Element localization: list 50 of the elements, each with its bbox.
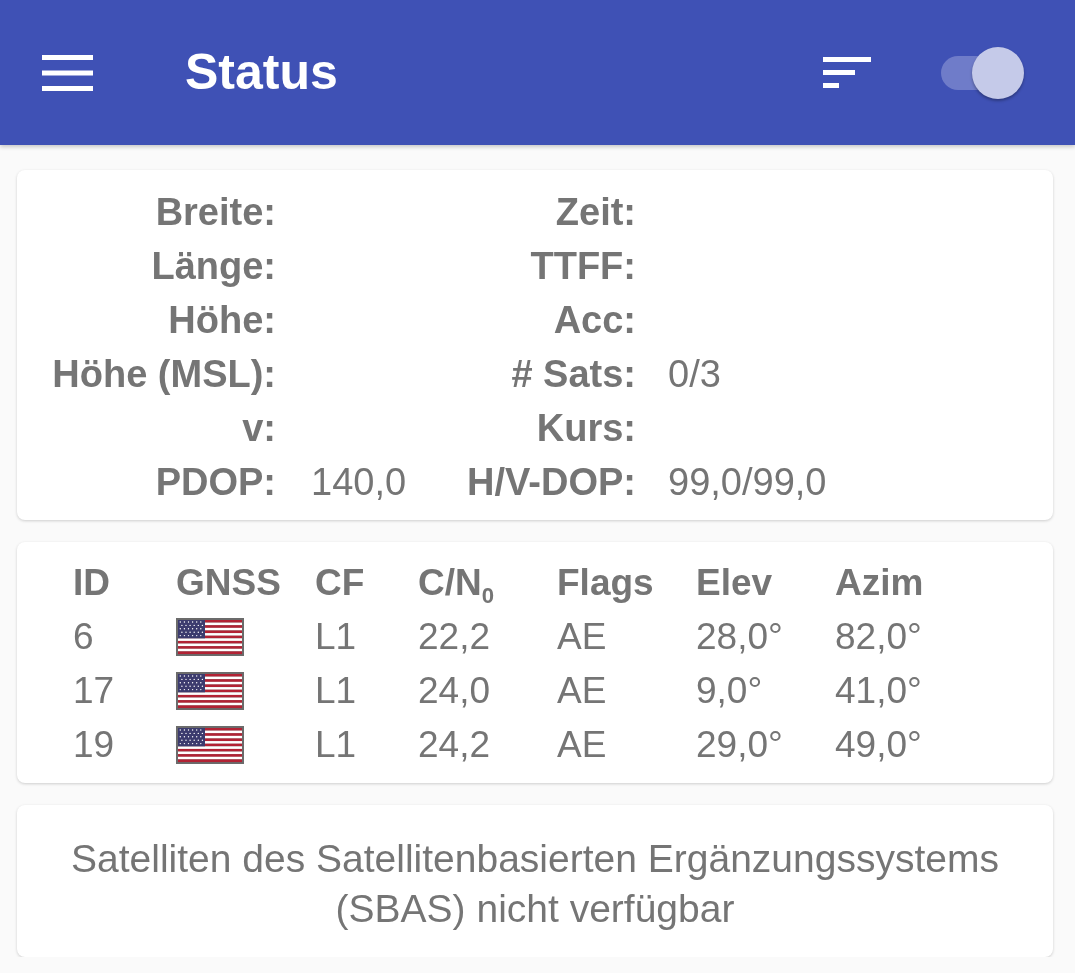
table-cell-text: 19 [73,723,115,767]
field-label: v: [242,406,276,451]
field-label: H/V-DOP: [467,460,636,505]
table-cell-text: 17 [73,669,115,713]
menu-button[interactable] [42,54,93,91]
field-label: # Sats: [511,352,636,397]
menu-icon [42,54,93,91]
column-header: CF [315,561,365,605]
column-header: Elev [696,561,773,605]
field-label: Breite: [155,190,276,235]
field-label: Länge: [151,244,276,289]
table-cell-text: AE [557,723,607,767]
field-value: 0/3 [668,352,721,397]
field-label: Acc: [553,298,636,343]
app-title: Status [185,43,338,102]
flag-icon [176,726,244,764]
table-cell-text: L1 [315,615,357,659]
table-cell-text: L1 [315,723,357,767]
sbas-message: Satelliten des Satellitenbasierten Ergänzungssystems (SBAS) nicht verfügbar [70,836,1000,932]
table-cell-text: AE [557,669,607,713]
field-label: TTFF: [530,244,636,289]
column-header: GNSS [176,561,281,605]
table-cell-text: 28,0° [696,615,783,659]
table-cell-text: 29,0° [696,723,783,767]
table-cell-text: 9,0° [696,669,763,713]
table-cell-text: 82,0° [835,615,922,659]
field-value: 99,0/99,0 [668,460,827,505]
field-label: Höhe: [168,298,276,343]
column-header: C/N$_{0}$ [418,561,495,610]
flag-icon [176,618,244,656]
field-label: Kurs: [536,406,636,451]
sort-icon [823,57,871,88]
table-cell-text: 6 [73,615,94,659]
flag-icon [176,672,244,710]
field-label: Zeit: [555,190,636,235]
table-cell-text: 49,0° [835,723,922,767]
table-cell-text: 41,0° [835,669,922,713]
table-cell-text: AE [557,615,607,659]
field-label: Höhe (MSL): [52,352,276,397]
table-cell-text: L1 [315,669,357,713]
toggle-switch[interactable] [941,46,1024,99]
sort-button[interactable] [823,57,871,88]
table-cell-text: 24,2 [418,723,490,767]
column-header: Azim [835,561,924,605]
table-cell-text: 24,0 [418,669,490,713]
column-header: ID [73,561,110,605]
column-header: Flags [557,561,654,605]
table-cell-text: 22,2 [418,615,490,659]
field-label: PDOP: [155,460,276,505]
field-value: 140,0 [311,460,407,505]
